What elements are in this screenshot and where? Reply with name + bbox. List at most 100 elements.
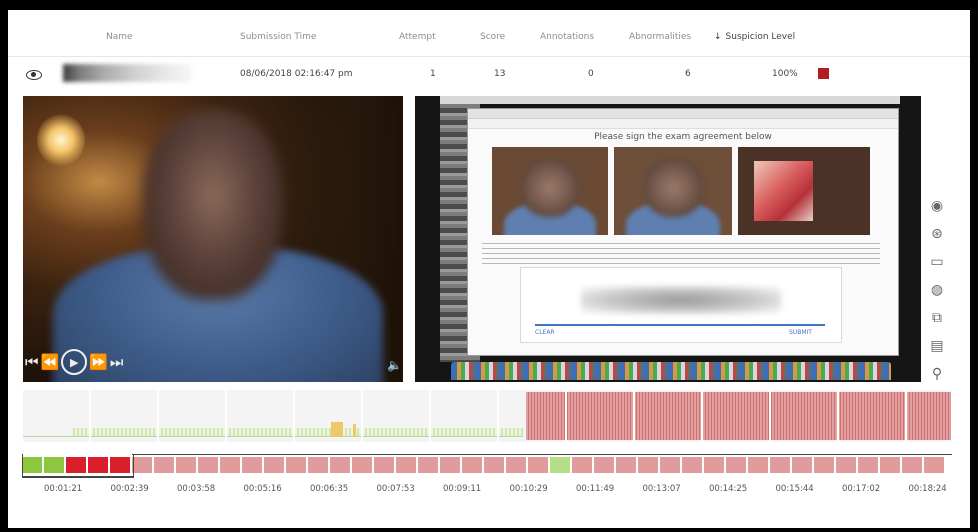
cell-attempt: 1 [430,69,436,79]
name-redacted [63,64,191,82]
eye-icon[interactable] [26,70,42,80]
step-forward-icon[interactable]: ⏩ [89,349,108,375]
speaker-icon[interactable]: 🔈 [387,358,402,372]
timeline-segment[interactable] [638,457,658,473]
timeline-segment[interactable] [176,457,196,473]
timeline-segment[interactable] [374,457,394,473]
table-header: Name Submission Time Attempt Score Annot… [8,10,970,57]
header-name[interactable]: Name [106,32,133,42]
chat-alert-icon[interactable]: ⊛ [928,224,946,244]
timeline-segment[interactable] [286,457,306,473]
timeline-tick-label: 00:03:58 [177,484,216,494]
timeline-segment[interactable] [154,457,174,473]
table-row[interactable]: 08/06/2018 02:16:47 pm 1 13 0 6 100% [8,58,970,92]
webcam-icon[interactable]: ◉ [928,196,946,216]
rewind-icon[interactable]: ⏮ [25,349,39,375]
timeline-tick-label: 00:06:35 [310,484,349,494]
timeline-tick-label: 00:17:02 [842,484,881,494]
timeline-segment[interactable] [792,457,812,473]
timeline-segment[interactable] [528,457,548,473]
webcam-video[interactable]: ⏮ ⏪ ▶ ⏩ ⏭ 🔈 [23,96,403,382]
header-suspicion-level-label: Suspicion Level [725,32,796,42]
timeline-window-handle[interactable] [22,454,134,478]
timeline-segment[interactable] [902,457,922,473]
timeline-tick-label: 00:13:07 [642,484,681,494]
timeline-segment[interactable] [264,457,284,473]
activity-graph[interactable] [23,390,951,442]
timeline-segment[interactable] [726,457,746,473]
timeline-tick-label: 00:02:39 [110,484,149,494]
browser-address-bar [468,119,898,129]
cell-annotations: 0 [588,69,594,79]
snapshot-thumbnail [614,147,732,235]
step-back-icon[interactable]: ⏪ [41,349,60,375]
fast-forward-icon[interactable]: ⏭ [110,349,124,375]
timeline-segment[interactable] [836,457,856,473]
snapshot-thumbnail [738,147,870,235]
globe-icon[interactable]: ◍ [928,280,946,300]
browser-tab-bar [468,109,898,119]
header-submission-time[interactable]: Submission Time [240,32,316,42]
lamp-light [37,114,85,166]
thumb-face [643,159,703,217]
timeline-segment[interactable] [572,457,592,473]
mac-dock [451,362,891,380]
timeline-tick-label: 00:07:53 [376,484,415,494]
suspicion-indicator [818,68,829,79]
timeline-segment[interactable] [132,457,152,473]
timeline-segment[interactable] [396,457,416,473]
timeline-segment[interactable] [770,457,790,473]
thumb-face [521,159,579,217]
timeline-segment[interactable] [660,457,680,473]
header-suspicion-level[interactable]: ↓ Suspicion Level [714,32,795,42]
face-blurred [143,110,283,300]
timeline-segment[interactable] [858,457,878,473]
timeline-segment[interactable] [880,457,900,473]
timeline-segment[interactable] [550,457,570,473]
timeline-segments [22,457,944,473]
play-icon[interactable]: ▶ [61,349,88,375]
timeline-segment[interactable] [748,457,768,473]
header-abnormalities[interactable]: Abnormalities [629,32,691,42]
timeline-segment[interactable] [330,457,350,473]
timeline-segment[interactable] [506,457,526,473]
timeline-tick-label: 00:18:24 [908,484,947,494]
browser-window: Please sign the exam agreement below CLE… [467,108,899,356]
activity-dividers [23,390,951,442]
header-annotations[interactable]: Annotations [540,32,594,42]
timeline-segment[interactable] [462,457,482,473]
share-icon[interactable]: ⧉ [928,308,946,328]
timeline-segment[interactable] [682,457,702,473]
signature-pad: CLEAR SUBMIT [520,267,842,343]
timeline-tick-label: 00:11:49 [576,484,615,494]
screen-capture[interactable]: Please sign the exam agreement below CLE… [415,96,921,382]
timeline-ticks: 00:01:21 00:02:39 00:03:58 00:05:16 00:06:35… [22,484,952,498]
timeline-segment[interactable] [198,457,218,473]
timeline-segment[interactable] [220,457,240,473]
timeline-segment[interactable] [242,457,262,473]
cell-abnormalities: 6 [685,69,691,79]
timeline-segment[interactable] [594,457,614,473]
review-panel: Name Submission Time Attempt Score Annot… [8,10,970,528]
timeline-tick-label: 00:01:21 [44,484,83,494]
session-timeline[interactable] [22,454,952,478]
monitor-icon[interactable]: ▭ [928,252,946,272]
timeline-segment[interactable] [418,457,438,473]
timeline-segment[interactable] [704,457,724,473]
timeline-segment[interactable] [924,457,944,473]
clear-link: CLEAR [535,329,555,336]
timeline-tick-label: 00:14:25 [709,484,748,494]
timeline-segment[interactable] [440,457,460,473]
calendar-icon[interactable]: ▤ [928,336,946,356]
timeline-segment[interactable] [484,457,504,473]
header-score[interactable]: Score [480,32,505,42]
timeline-segment[interactable] [308,457,328,473]
header-attempt[interactable]: Attempt [399,32,436,42]
side-toolbar: ◉ ⊛ ▭ ◍ ⧉ ▤ ⚲ [928,196,958,392]
id-card [753,161,814,221]
timeline-segment[interactable] [352,457,372,473]
person-icon[interactable]: ⚲ [928,364,946,384]
timeline-segment[interactable] [616,457,636,473]
signature-line [535,324,825,326]
timeline-segment[interactable] [814,457,834,473]
